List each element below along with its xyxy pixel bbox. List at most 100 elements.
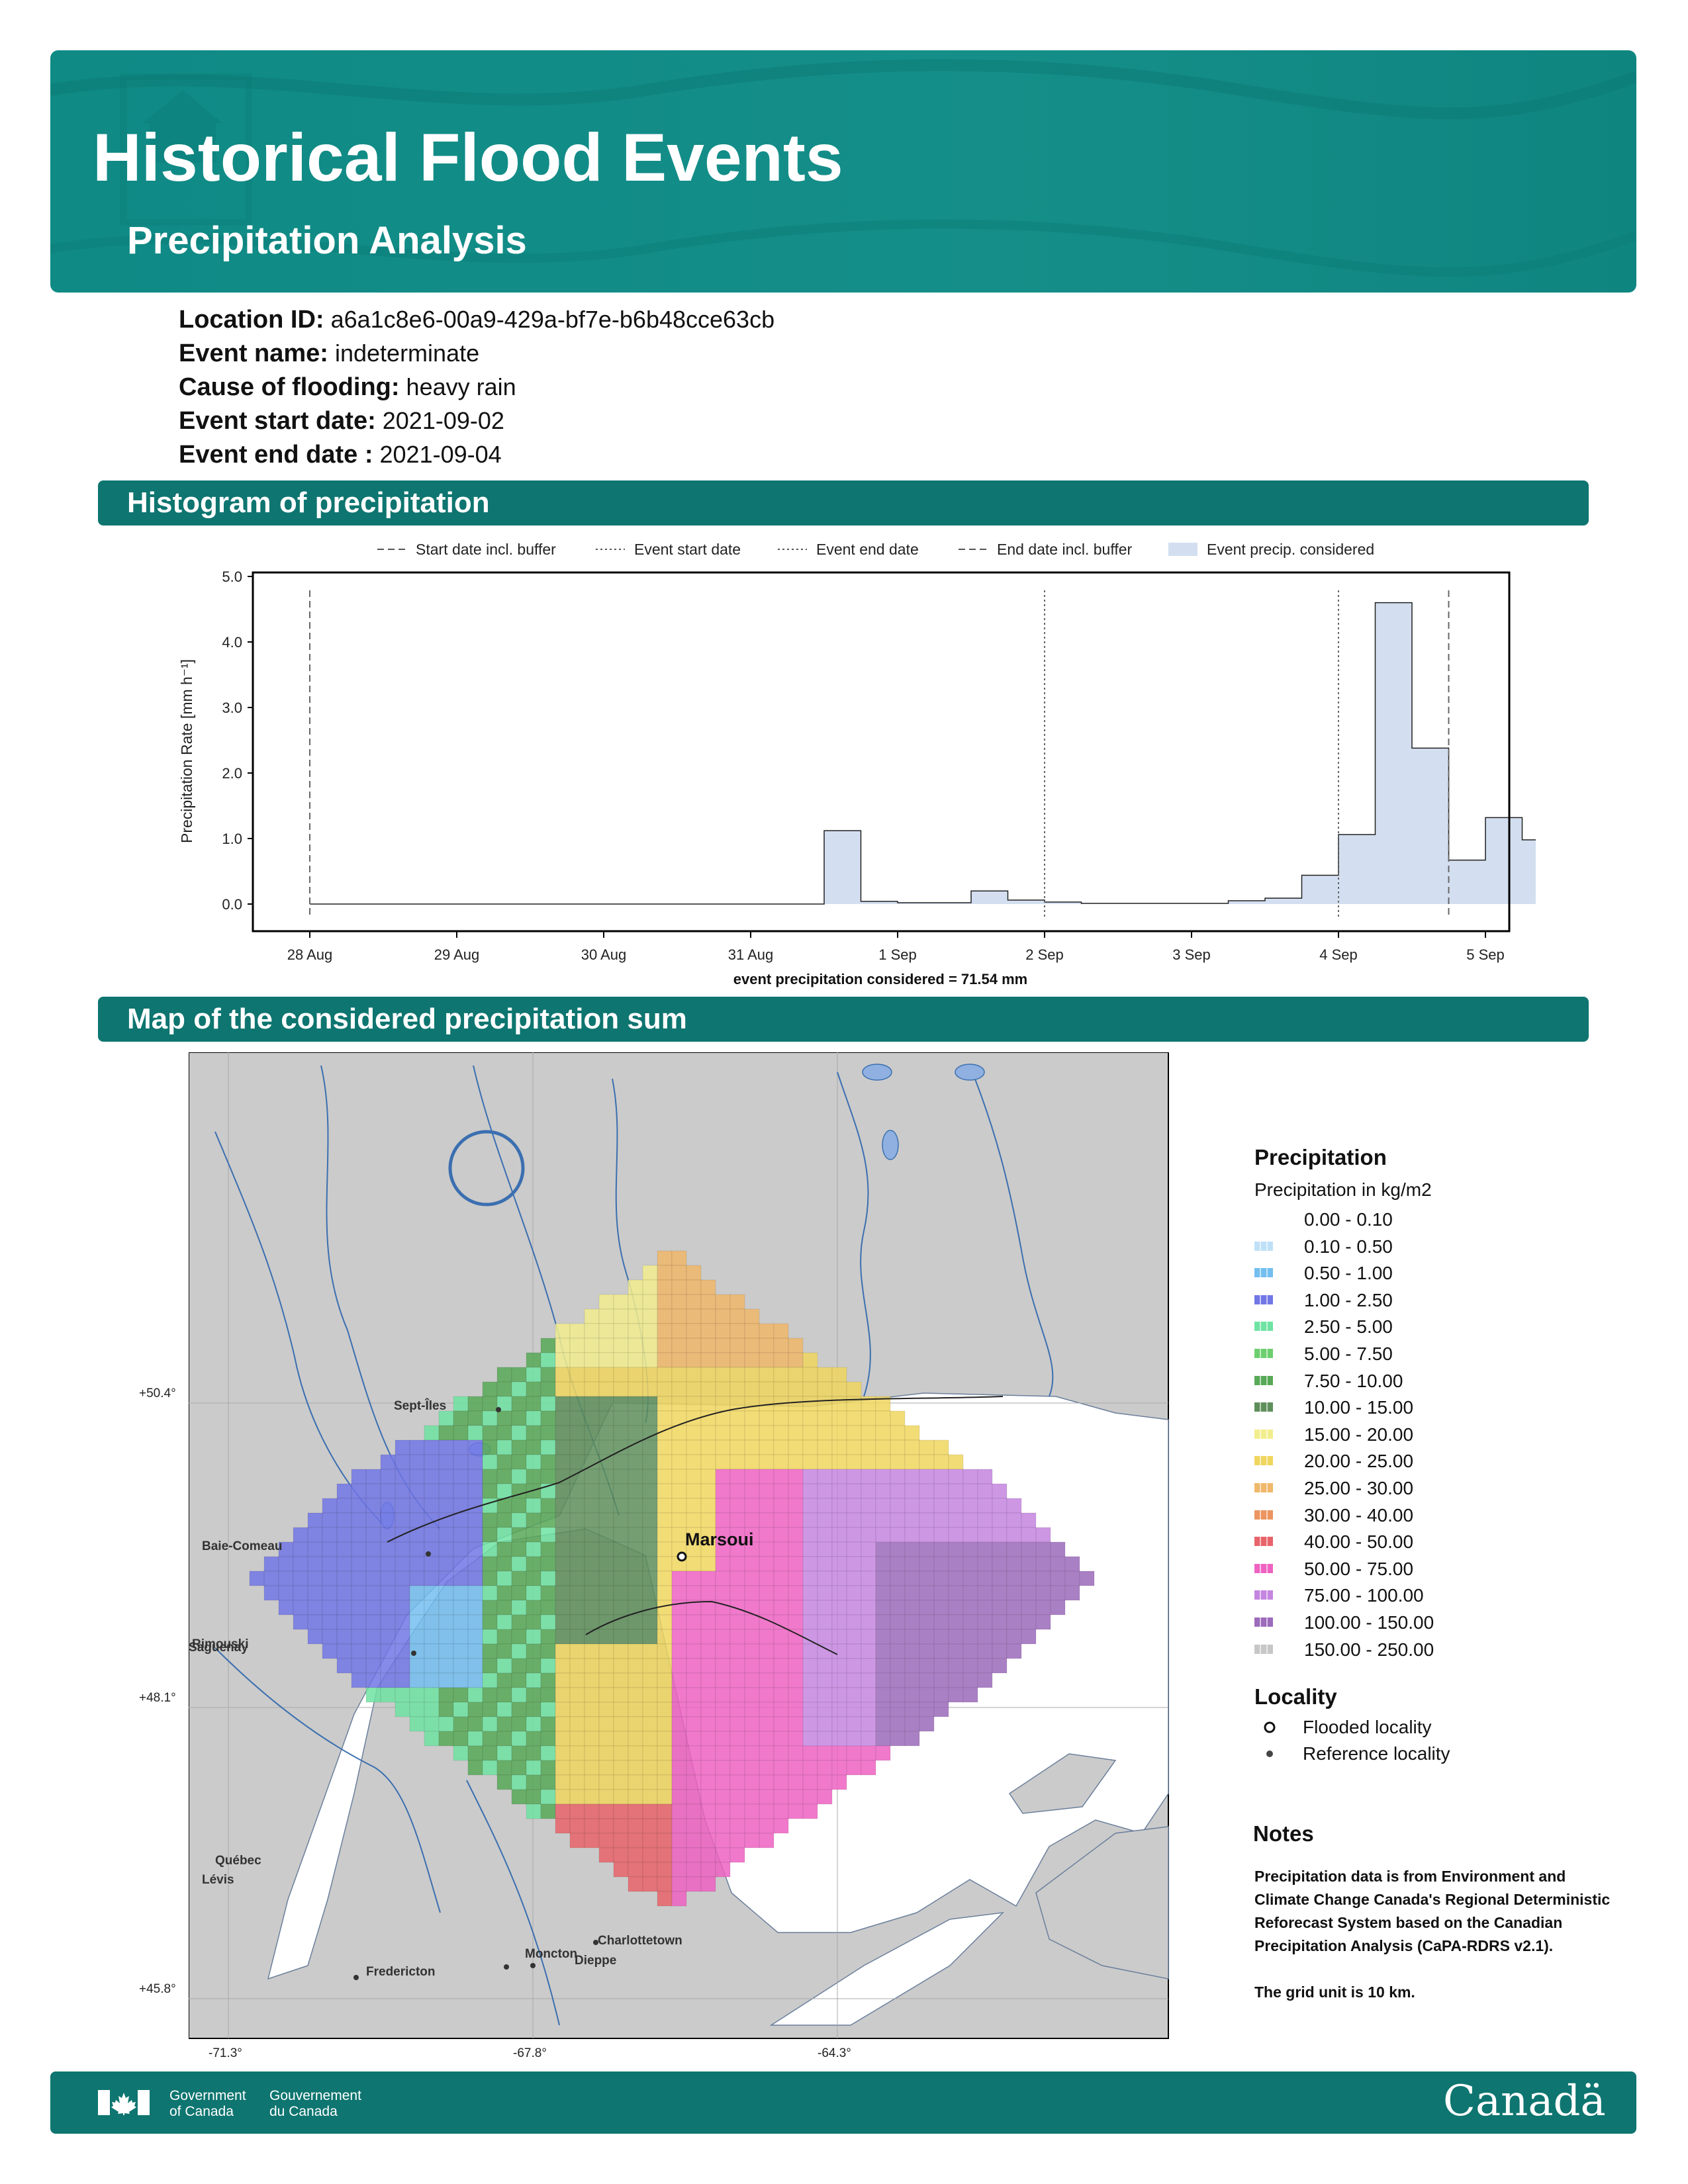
grid-cell [759,1556,774,1572]
grid-cell [788,1643,804,1659]
grid-cell [569,1760,585,1776]
grid-cell [613,1483,629,1499]
grid-cell [933,1556,949,1572]
grid-cell [890,1716,906,1732]
grid-cell [584,1803,600,1819]
grid-cell [919,1716,935,1732]
grid-cell [948,1629,964,1645]
grid-cell [511,1570,527,1586]
grid-cell [555,1818,571,1834]
grid-cell [729,1469,745,1484]
grid-cell [861,1716,876,1732]
grid-cell [904,1672,920,1688]
grid-cell [526,1687,541,1703]
grid-cell [569,1833,585,1848]
grid-cell [584,1410,600,1426]
grid-cell [467,1687,483,1703]
grid-cell [380,1570,396,1586]
grid-cell [686,1367,702,1383]
histogram-bar [1301,875,1338,904]
grid-cell [919,1702,935,1717]
grid-cell [467,1658,483,1674]
grid-cell [613,1862,629,1878]
grid-cell [744,1308,760,1324]
grid-cell [759,1469,774,1484]
grid-cell [657,1352,673,1368]
grid-cell [584,1702,600,1717]
grid-cell [831,1512,847,1528]
grid-cell [511,1643,527,1659]
grid-cell [496,1672,512,1688]
grid-cell [1050,1585,1066,1601]
grid-cell [729,1687,745,1703]
grid-cell [526,1512,541,1528]
grid-cell [584,1367,600,1383]
grid-cell [744,1512,760,1528]
grid-cell [788,1483,804,1499]
grid-cell [759,1454,774,1470]
grid-cell [467,1512,483,1528]
grid-cell [817,1483,833,1499]
grid-cell [511,1439,527,1455]
grid-cell [540,1410,556,1426]
grid-cell [569,1702,585,1717]
grid-cell [962,1600,978,1615]
grid-cell [846,1483,862,1499]
grid-cell [526,1469,541,1484]
grid-cell [555,1381,571,1397]
grid-cell [380,1658,396,1674]
grid-cell [715,1585,731,1601]
grid-cell [802,1600,818,1615]
grid-cell [409,1570,425,1586]
grid-cell [555,1760,571,1776]
grid-cell [744,1687,760,1703]
grid-cell [715,1396,731,1412]
grid-cell [744,1556,760,1572]
gov-fr-line2: du Canada [269,2104,338,2119]
grid-cell [846,1702,862,1717]
grid-cell [715,1818,731,1834]
grid-cell [657,1702,673,1717]
grid-cell [598,1541,614,1557]
grid-cell [802,1731,818,1747]
grid-cell [861,1512,876,1528]
grid-cell [831,1454,847,1470]
grid-cell [496,1687,512,1703]
grid-cell [1006,1512,1022,1528]
grid-cell [992,1512,1008,1528]
grid-cell [744,1483,760,1499]
grid-cell [773,1439,789,1455]
grid-cell [263,1585,279,1601]
grid-cell [569,1425,585,1441]
grid-cell [598,1483,614,1499]
grid-cell [802,1687,818,1703]
grid-cell [628,1629,643,1645]
grid-cell [817,1381,833,1397]
grid-cell [715,1498,731,1514]
grid-cell [584,1469,600,1484]
grid-cell [904,1600,920,1615]
grid-cell [671,1439,687,1455]
grid-cell [890,1527,906,1543]
grid-cell [336,1629,352,1645]
grid-cell [467,1614,483,1630]
grid-cell [351,1614,367,1630]
grid-cell [628,1702,643,1717]
grid-cell [628,1745,643,1761]
grid-cell [1021,1570,1037,1586]
grid-cell [598,1527,614,1543]
grid-cell [1006,1527,1022,1543]
grid-cell [409,1527,425,1543]
grid-cell [482,1731,498,1747]
grid-cell [642,1527,658,1543]
grid-cell [831,1527,847,1543]
grid-cell [744,1367,760,1383]
grid-cell [992,1585,1008,1601]
flooded-locality-dot [677,1551,687,1562]
grid-cell [671,1745,687,1761]
grid-cell [642,1352,658,1368]
grid-cell [628,1527,643,1543]
grid-cell [992,1643,1008,1659]
grid-cell [875,1745,891,1761]
notes-source: Precipitation data is from Environment a… [1254,1868,1611,1954]
